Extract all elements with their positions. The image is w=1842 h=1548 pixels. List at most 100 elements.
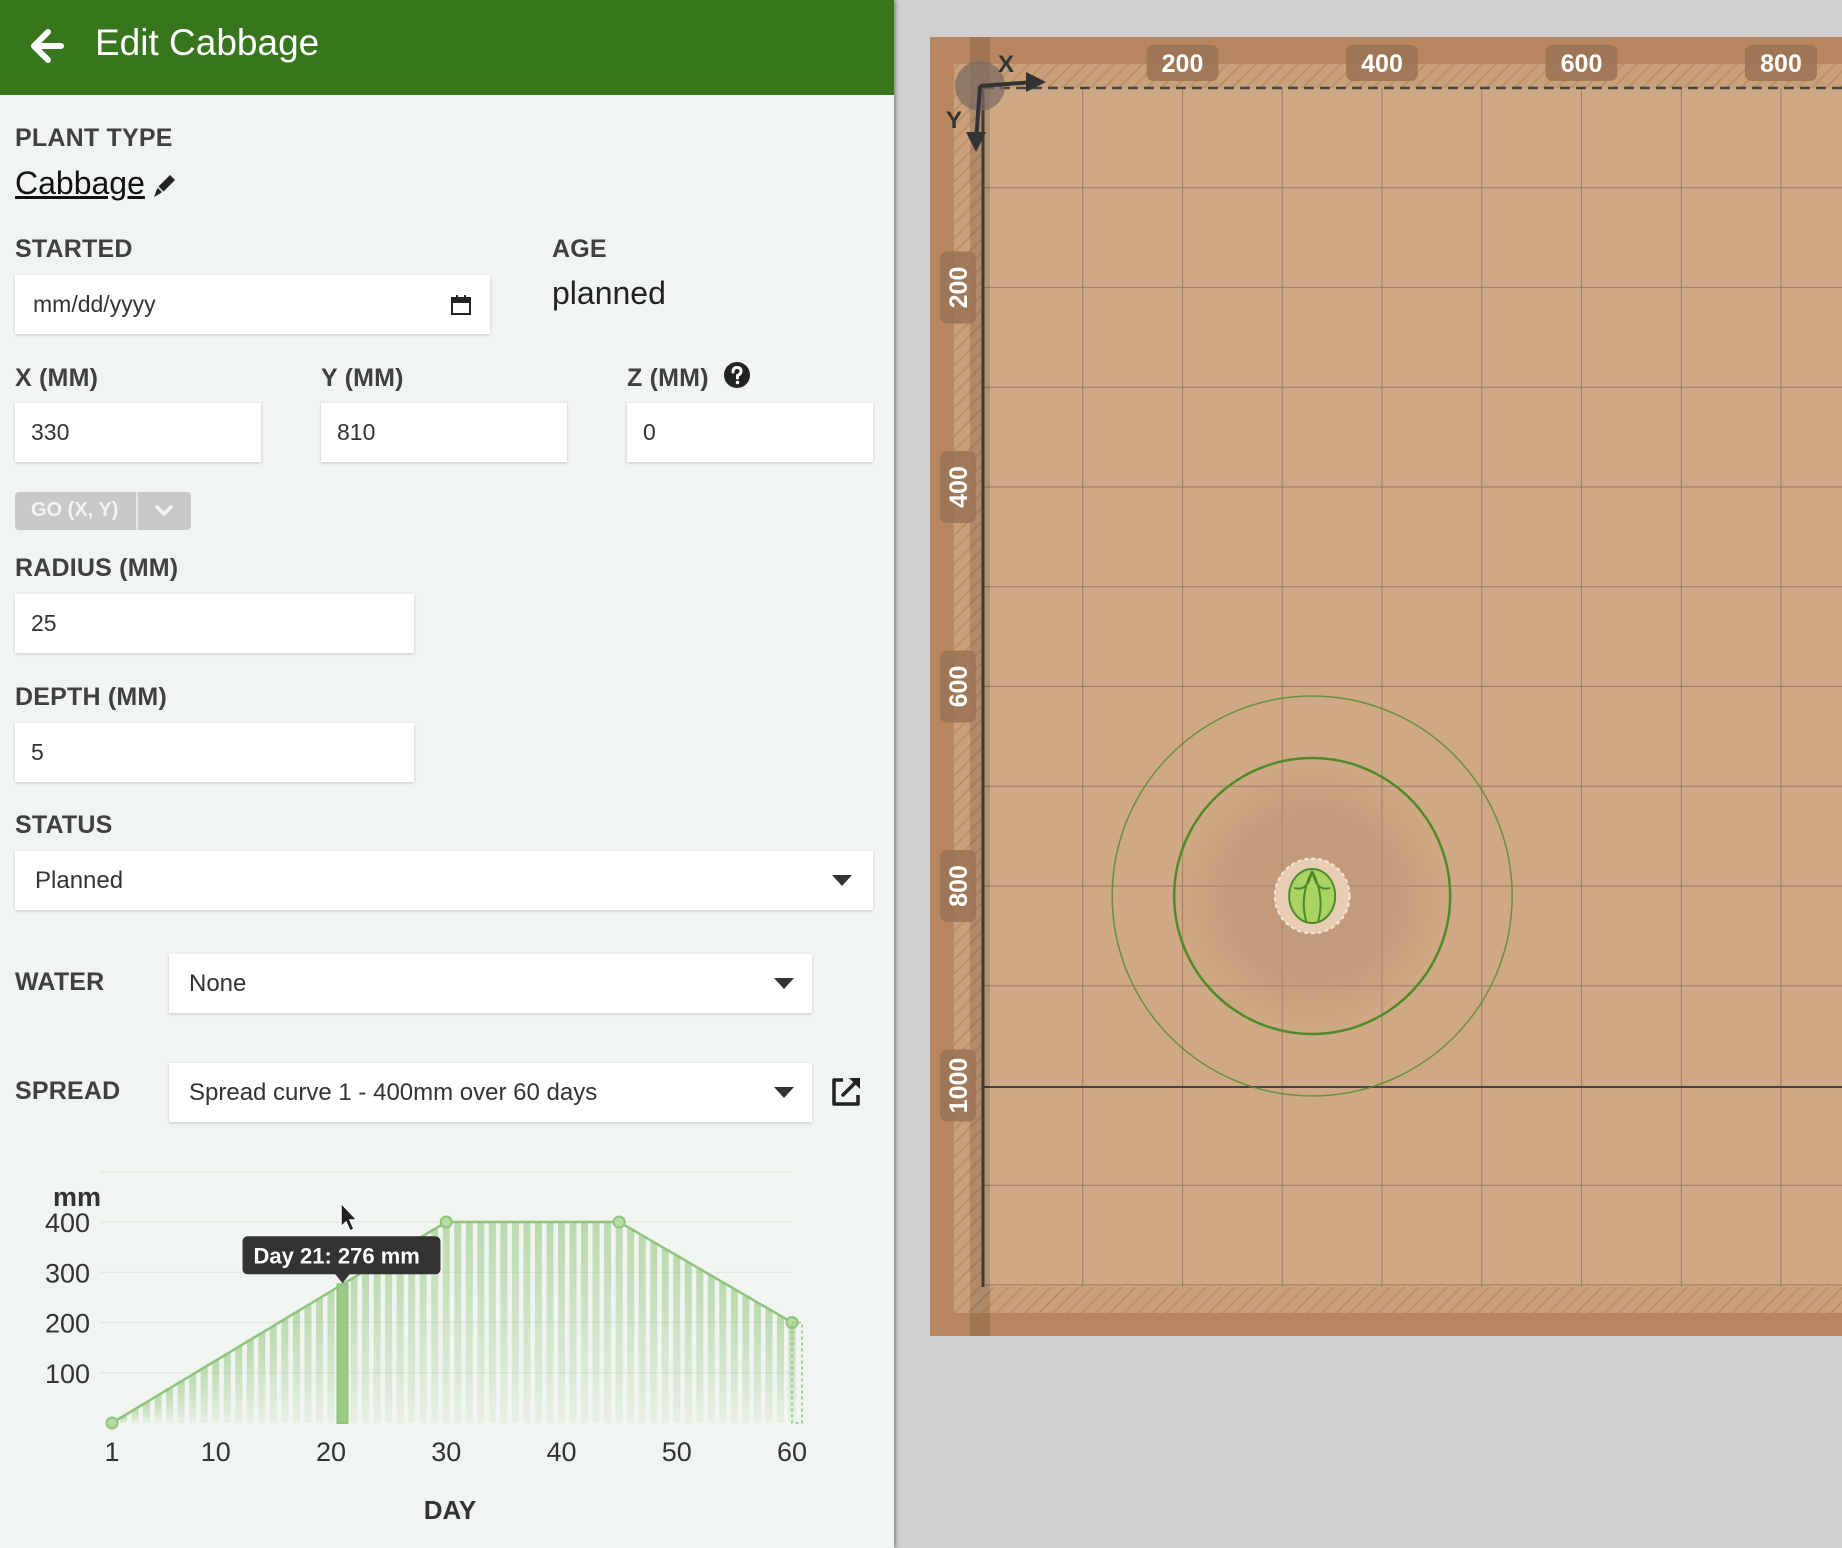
y-input[interactable]: [321, 403, 567, 462]
chart-bar: [776, 1315, 784, 1423]
caret-down-icon: [774, 978, 794, 989]
chart-bar: [281, 1319, 289, 1423]
x-label: X (MM): [15, 364, 99, 392]
chart-bar: [742, 1295, 750, 1423]
go-xy-button[interactable]: GO (X, Y): [15, 492, 191, 530]
calendar-icon[interactable]: [449, 293, 473, 317]
status-select[interactable]: Planned: [15, 851, 873, 910]
started-date-input[interactable]: mm/dd/yyyy: [15, 275, 490, 334]
x-input[interactable]: [15, 403, 261, 462]
arrow-left-icon[interactable]: [28, 28, 64, 64]
depth-label: DEPTH (MM): [15, 683, 167, 711]
chart-bar: [396, 1249, 404, 1423]
status-selected: Planned: [35, 867, 124, 894]
chart-bar: [235, 1346, 243, 1423]
chart-bar: [454, 1222, 462, 1423]
chart-ytick-label: 400: [45, 1208, 90, 1238]
soil-area: [984, 88, 1842, 1287]
plant-type-link[interactable]: Cabbage: [15, 165, 145, 202]
chart-bar: [258, 1332, 266, 1423]
chart-tooltip-text: Day 21: 276 mm: [254, 1243, 420, 1268]
chart-ylabel: mm: [53, 1182, 101, 1212]
z-input[interactable]: [627, 403, 873, 462]
radius-input[interactable]: [15, 594, 414, 653]
chart-bar: [212, 1360, 220, 1423]
depth-input[interactable]: [15, 723, 414, 782]
question-circle-icon[interactable]: [723, 361, 751, 389]
x-tick-label: 600: [1561, 50, 1603, 78]
chevron-down-icon[interactable]: [153, 502, 175, 520]
chart-bar: [442, 1222, 450, 1423]
chart-point: [439, 1215, 453, 1229]
chart-xtick-label: 10: [201, 1437, 231, 1467]
y-tick-label: 600: [945, 666, 973, 708]
chart-bar: [638, 1235, 646, 1423]
cabbage-icon[interactable]: [1288, 867, 1337, 924]
chart-bar: [315, 1298, 323, 1423]
chart-bar: [661, 1248, 669, 1423]
status-label: STATUS: [15, 811, 113, 839]
y-tick-label: 200: [945, 267, 973, 309]
plant-type-label: PLANT TYPE: [15, 124, 173, 152]
chart-point: [105, 1416, 119, 1430]
spread-select[interactable]: Spread curve 1 - 400mm over 60 days: [169, 1063, 812, 1122]
caret-down-icon: [774, 1087, 794, 1098]
chart-xtick-label: 30: [431, 1437, 461, 1467]
garden-map[interactable]: 200 400 600 800 200 400 600 800 1000 X Y: [894, 0, 1842, 1548]
chart-xtick-label: 40: [546, 1437, 576, 1467]
water-selected: None: [189, 970, 247, 997]
chart-bar: [166, 1388, 174, 1423]
chart-xlabel: DAY: [424, 1495, 477, 1525]
chart-bar: [569, 1222, 577, 1423]
chart-bar: [373, 1263, 381, 1423]
spread-chart: 100 200 300 400 1 10 20 30 40 50 60 mm DAY Day 21:…: [45, 1171, 807, 1525]
spread-selected: Spread curve 1 - 400mm over 60 days: [189, 1079, 598, 1106]
chart-ytick-label: 100: [45, 1359, 90, 1389]
chart-xtick-label: 1: [104, 1437, 119, 1467]
external-link-icon[interactable]: [828, 1074, 864, 1110]
panel-header: Edit Cabbage: [0, 0, 894, 95]
started-label: STARTED: [15, 235, 133, 263]
chart-hover-bar: [336, 1283, 349, 1424]
map-y-axis-label: Y: [946, 107, 962, 134]
caret-down-icon: [832, 875, 852, 886]
chart-bar: [511, 1222, 519, 1423]
pencil-icon[interactable]: [150, 170, 180, 200]
chart-bar: [753, 1302, 761, 1423]
chart-xtick-label: 20: [316, 1437, 346, 1467]
chart-bar: [719, 1282, 727, 1423]
chart-bar: [627, 1228, 635, 1423]
chart-bar: [154, 1395, 162, 1423]
chart-bar: [223, 1353, 231, 1423]
chart-bar: [592, 1222, 600, 1423]
chart-ytick-label: 200: [45, 1309, 90, 1339]
chart-bar: [684, 1262, 692, 1423]
chart-bar: [707, 1275, 715, 1423]
y-label: Y (MM): [321, 364, 404, 392]
age-label: AGE: [552, 235, 607, 263]
chart-bar: [557, 1222, 565, 1423]
water-label: WATER: [15, 968, 105, 996]
chart-bar: [696, 1268, 704, 1423]
radius-label: RADIUS (MM): [15, 554, 179, 582]
chart-bar: [189, 1374, 197, 1423]
chart-bar: [246, 1339, 254, 1423]
chart-bar: [385, 1256, 393, 1423]
chart-bar: [304, 1305, 312, 1423]
x-tick-label: 800: [1760, 50, 1802, 78]
chart-bar: [604, 1222, 612, 1423]
chart-bar: [500, 1222, 508, 1423]
spread-label: SPREAD: [15, 1077, 121, 1105]
chart-bar: [523, 1222, 531, 1423]
x-tick-label: 400: [1361, 50, 1403, 78]
chart-bar: [730, 1289, 738, 1423]
z-label: Z (MM): [627, 364, 709, 392]
chart-bar: [465, 1222, 473, 1423]
mouse-cursor-icon: [340, 1201, 359, 1233]
page-title: Edit Cabbage: [95, 22, 320, 63]
chart-bar: [488, 1222, 496, 1423]
water-select[interactable]: None: [169, 954, 812, 1013]
y-tick-label: 1000: [945, 1058, 973, 1114]
go-button-divider: [136, 492, 138, 530]
x-tick-label: 200: [1162, 50, 1204, 78]
